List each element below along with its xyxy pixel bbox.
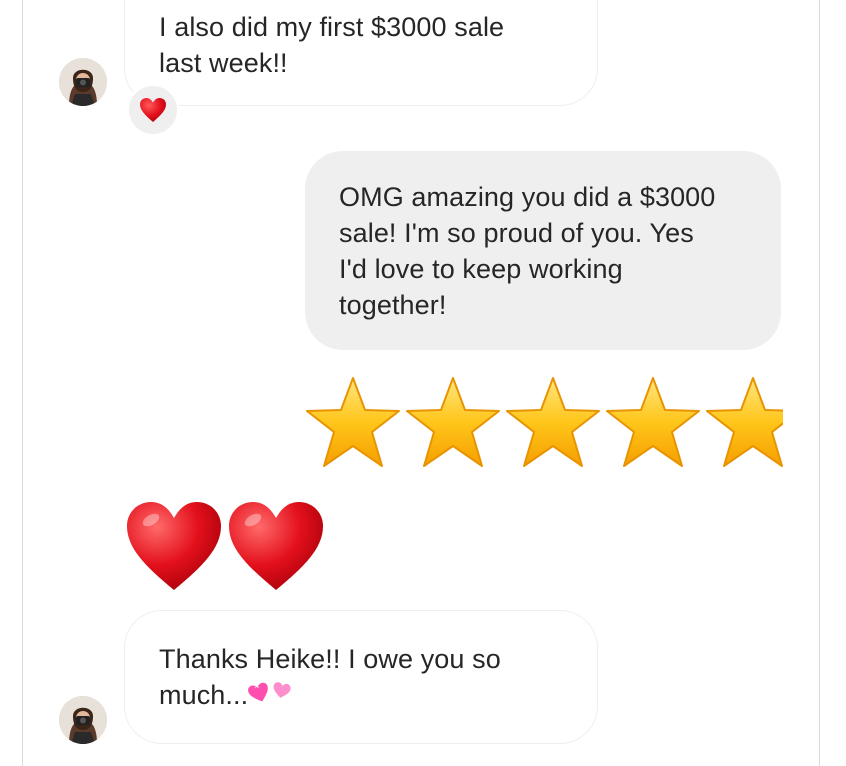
incoming-message-bubble[interactable]: Thanks Heike!! I owe you so much...: [124, 610, 598, 744]
chat-thread: I also did my first $3000 sale last week…: [22, 0, 820, 766]
star-icon: [406, 377, 500, 467]
star-icon: [706, 377, 783, 467]
heart-icon: [140, 98, 166, 122]
message-text-line: OMG amazing you did a $3000: [339, 182, 716, 212]
heart-icon: [127, 502, 221, 590]
two-hearts-icon: [248, 679, 294, 715]
contact-avatar[interactable]: [59, 696, 107, 744]
message-text: much...: [159, 680, 249, 710]
message-text-line: together!: [339, 290, 447, 320]
message-text-line: sale! I'm so proud of you. Yes: [339, 218, 694, 248]
message-text-line: Thanks Heike!! I owe you so: [159, 644, 501, 674]
avatar-photo-icon: [59, 58, 107, 106]
contact-avatar[interactable]: [59, 58, 107, 106]
star-icon: [306, 377, 400, 467]
star-icon: [606, 377, 700, 467]
incoming-message-bubble[interactable]: I also did my first $3000 sale last week…: [124, 0, 598, 106]
heart-icon: [229, 502, 323, 590]
outgoing-message-bubble[interactable]: OMG amazing you did a $3000 sale! I'm so…: [305, 151, 781, 350]
incoming-emoji-message[interactable]: [125, 500, 325, 592]
avatar-photo-icon: [59, 696, 107, 744]
star-icon: [506, 377, 600, 467]
outgoing-emoji-message[interactable]: [303, 374, 783, 472]
message-text-line: last week!!: [159, 48, 288, 78]
message-text-line: I'd love to keep working: [339, 254, 623, 284]
message-text-line: much...: [159, 677, 597, 715]
heart-reaction[interactable]: [127, 84, 179, 136]
message-text-line: I also did my first $3000 sale: [159, 12, 505, 42]
